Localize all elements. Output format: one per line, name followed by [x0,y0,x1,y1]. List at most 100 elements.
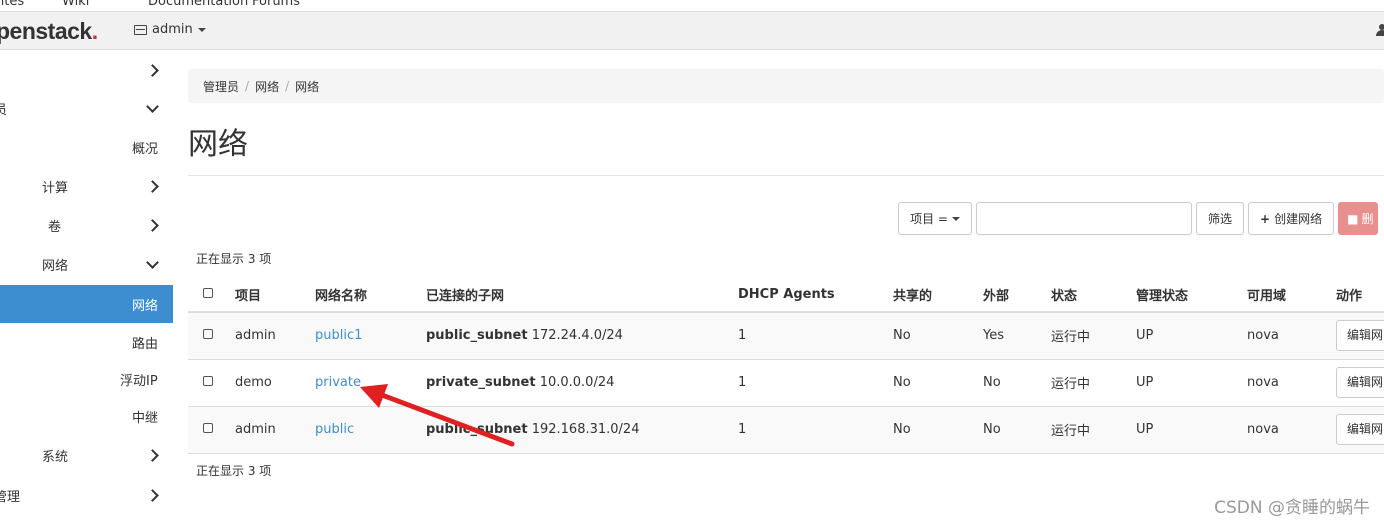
sidebar-item-identity[interactable]: 管理 [0,476,173,514]
sidebar-item-routers[interactable]: 路由 [0,323,173,361]
filter-button[interactable]: 筛选 [1196,202,1245,235]
chevron-right-icon [146,488,159,502]
row-checkbox[interactable] [203,329,213,340]
cell-dhcp-agents: 1 [738,406,893,454]
sidebar-item-label: 概况 [132,141,159,157]
bookmark-item[interactable]: Documentation [148,0,248,9]
breadcrumb-item[interactable]: 管理员 [203,78,239,95]
column-header[interactable]: 外部 [983,278,1051,313]
select-all-checkbox[interactable] [203,288,213,298]
page-title: 网络 [188,127,248,162]
item-count-bottom: 正在显示 3 项 [196,464,272,478]
watermark: CSDN @贪睡的蜗牛 [1214,498,1370,518]
breadcrumb-item: 网络 [295,79,320,94]
top-navbar: penstack. admin [0,12,1384,50]
user-icon[interactable] [1376,24,1384,36]
cell-availability-zone: nova [1247,359,1336,407]
create-network-label: 创建网络 [1274,212,1323,226]
cell-status: 运行中 [1051,406,1136,454]
sidebar-item-admin[interactable]: 员 [0,89,173,127]
cell-external: No [983,359,1051,407]
trash-icon: ■ [1347,211,1359,226]
sidebar-item-overview[interactable]: 概况 [0,128,173,166]
plus-icon: + [1260,211,1271,226]
breadcrumb-separator: / [245,79,250,93]
sidebar-item-label: 员 [0,102,8,118]
column-header[interactable]: 管理状态 [1136,278,1247,313]
cell-admin-state: UP [1136,359,1247,407]
sidebar-item-label: 网络 [132,298,159,314]
column-header[interactable]: 已连接的子网 [426,278,738,313]
row-checkbox[interactable] [203,376,213,386]
sidebar-item-floating-ips[interactable]: 浮动IP [0,360,173,398]
breadcrumb: 管理员 / 网络 / 网络 [188,69,1384,103]
cell-project: admin [235,406,315,454]
cell-dhcp-agents: 1 [738,312,893,360]
sidebar-item-network-group[interactable]: 网络 [0,245,173,283]
cell-admin-state: UP [1136,312,1247,360]
cell-project: admin [235,312,315,360]
column-header[interactable]: 状态 [1051,278,1136,313]
sidebar-item-label: 网络 [42,258,69,274]
breadcrumb-item[interactable]: 网络 [255,78,279,95]
sidebar-item-label: 中继 [132,410,159,426]
column-header[interactable]: 可用域 [1247,278,1336,313]
chevron-down-icon [197,27,206,32]
chevron-right-icon [146,63,159,77]
edit-network-button[interactable]: 编辑网 [1336,367,1384,398]
chevron-down-icon [146,99,159,113]
divider [188,175,1384,176]
cell-project: demo [235,359,315,407]
item-count-top: 正在显示 3 项 [196,252,272,266]
breadcrumb-separator: / [285,79,290,93]
subnet-cidr: 172.24.4.0/24 [531,328,623,344]
cell-dhcp-agents: 1 [738,359,893,407]
network-name-link[interactable]: private [315,375,361,390]
sidebar-item-label: 管理 [0,489,21,505]
sidebar-item-networks[interactable]: 网络 [0,285,173,323]
edit-network-button[interactable]: 编辑网 [1336,320,1384,352]
cell-availability-zone: nova [1247,406,1336,454]
column-header: 动作 [1336,278,1384,313]
brand-logo[interactable]: penstack. [0,18,98,45]
chevron-right-icon [146,179,159,193]
bookmark-item[interactable]: ntes [0,0,24,9]
column-header[interactable]: 项目 [235,278,315,313]
subnet-name-link[interactable]: public_subnet [426,328,528,343]
edit-network-button[interactable]: 编辑网 [1336,414,1384,445]
table-header-row: 项目 网络名称 已连接的子网 DHCP Agents 共享的 外部 状态 管理状… [188,278,1384,313]
subnet-cidr: 192.168.31.0/24 [531,422,640,437]
cell-status: 运行中 [1051,312,1136,360]
network-name-link[interactable]: public1 [315,328,362,343]
chevron-down-icon [951,216,960,221]
bookmark-item[interactable]: Wiki [62,0,89,9]
project-selector[interactable]: admin [134,22,206,37]
chevron-down-icon [146,255,159,269]
cell-status: 运行中 [1051,359,1136,407]
sidebar-item-project[interactable] [0,51,173,89]
sidebar-item-trunks[interactable]: 中继 [0,397,173,435]
network-name-link[interactable]: public [315,422,354,437]
sidebar-item-compute[interactable]: 计算 [0,167,173,205]
sidebar-item-system[interactable]: 系统 [0,436,173,474]
project-icon [134,24,147,35]
column-header[interactable]: DHCP Agents [738,278,893,313]
bookmarks-bar: ntes Wiki Documentation Forums [0,0,1384,12]
create-network-button[interactable]: + 创建网络 [1248,202,1335,235]
cell-shared: No [893,359,983,407]
filter-input[interactable] [976,202,1192,235]
bookmark-item[interactable]: Forums [252,0,300,9]
sidebar-item-label: 卷 [48,219,62,235]
sidebar-item-label: 浮动IP [120,373,158,389]
column-header[interactable]: 网络名称 [315,278,426,313]
filter-field-select[interactable]: 项目 = [898,202,972,235]
chevron-right-icon [146,448,159,462]
table-row: admin public1 public_subnet 172.24.4.0/2… [188,312,1384,360]
cell-admin-state: UP [1136,406,1247,454]
column-header[interactable]: 共享的 [893,278,983,313]
sidebar-item-volume[interactable]: 卷 [0,206,173,244]
cell-external: Yes [983,312,1051,360]
delete-networks-button[interactable]: ■ 删 [1338,202,1379,235]
row-checkbox[interactable] [203,423,213,433]
sidebar-item-label: 计算 [42,180,69,196]
